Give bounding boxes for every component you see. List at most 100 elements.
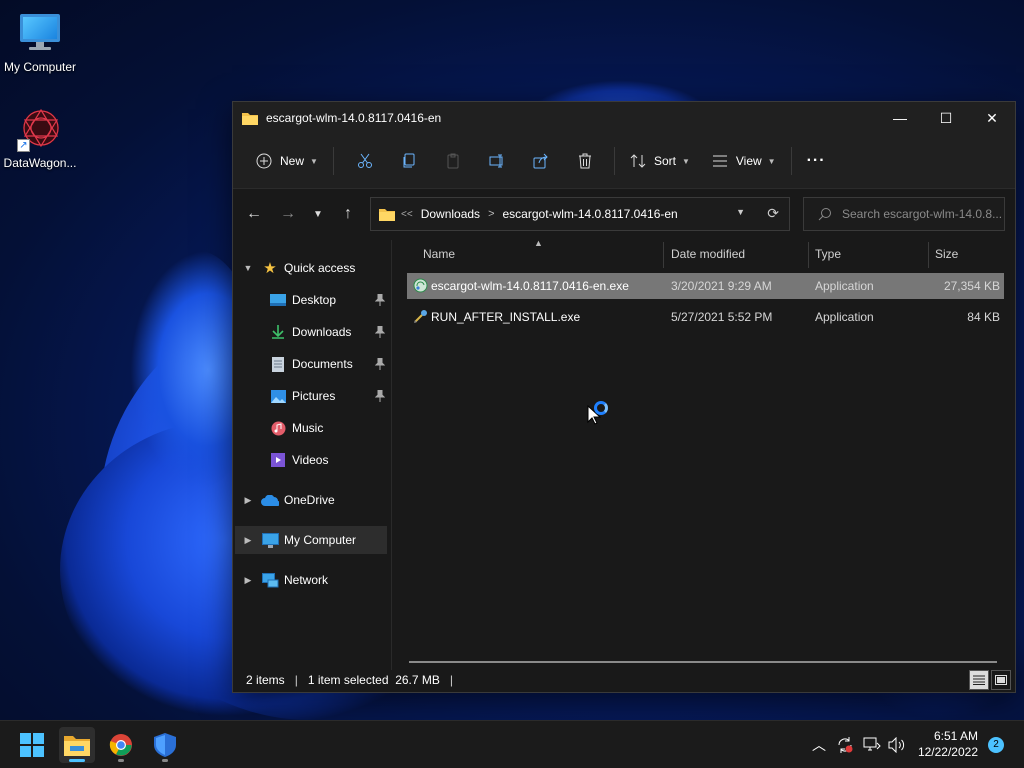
maximize-button[interactable]: ☐ <box>923 102 969 134</box>
paste-button[interactable] <box>438 145 468 177</box>
navigation-bar: ← → ▼ ↑ << Downloads > escargot-wlm-14.0… <box>233 189 1015 239</box>
nav-item-music[interactable]: Music <box>235 414 387 442</box>
breadcrumb-current-folder[interactable]: escargot-wlm-14.0.8117.0416-en <box>503 207 678 221</box>
view-list-icon <box>712 155 727 167</box>
nav-item-downloads[interactable]: Downloads <box>235 318 387 346</box>
nav-item-documents[interactable]: Documents <box>235 350 387 378</box>
nav-item-network[interactable]: ▶ Network <box>235 566 387 594</box>
show-hidden-icons-chevron[interactable]: ︿ <box>812 721 826 768</box>
address-bar[interactable]: << Downloads > escargot-wlm-14.0.8117.04… <box>370 197 790 231</box>
back-arrow-icon[interactable]: ← <box>237 199 271 229</box>
copy-icon <box>403 153 415 168</box>
desktop-icon <box>269 292 287 308</box>
chevron-down-icon: ▼ <box>767 156 776 166</box>
nav-item-quick-access[interactable]: ▼ ★ Quick access <box>235 254 387 282</box>
datawagon-logo-icon: ↗ <box>17 106 63 152</box>
expand-chevron-down-icon[interactable]: ▼ <box>241 263 255 273</box>
cloud-icon <box>261 492 279 508</box>
forward-arrow-icon[interactable]: → <box>271 199 305 229</box>
notification-badge[interactable]: 2 <box>988 737 1004 753</box>
search-box[interactable]: Search escargot-wlm-14.0.8... <box>803 197 1005 231</box>
folder-icon <box>242 112 258 125</box>
chrome-icon <box>109 734 132 756</box>
up-arrow-icon[interactable]: ↑ <box>331 199 365 229</box>
nav-item-label: Music <box>292 421 324 435</box>
column-header-date[interactable]: Date modified <box>671 247 745 261</box>
shield-icon <box>154 733 176 757</box>
breadcrumb-overflow[interactable]: << <box>401 209 413 220</box>
recent-locations-chevron-icon[interactable]: ▼ <box>305 199 331 229</box>
start-button[interactable] <box>14 727 50 763</box>
star-icon: ★ <box>263 260 277 277</box>
pin-icon[interactable] <box>375 358 385 370</box>
pin-icon[interactable] <box>375 294 385 306</box>
rename-button[interactable] <box>482 145 512 177</box>
breadcrumb-downloads[interactable]: Downloads <box>421 207 480 221</box>
minimize-button[interactable]: — <box>877 102 923 134</box>
more-options-button[interactable]: ··· <box>800 145 833 177</box>
pin-icon[interactable] <box>375 390 385 402</box>
volume-icon[interactable] <box>888 721 906 768</box>
new-label: New <box>280 154 305 168</box>
view-button[interactable]: View ▼ <box>705 145 783 177</box>
details-view-button[interactable] <box>969 670 989 690</box>
search-placeholder: Search escargot-wlm-14.0.8... <box>842 207 1002 221</box>
sort-button[interactable]: Sort ▼ <box>623 145 697 177</box>
nav-item-my-computer[interactable]: ▶ My Computer <box>235 526 387 554</box>
sync-status-icon[interactable] <box>836 721 854 768</box>
file-type: Application <box>815 279 874 293</box>
trash-icon <box>578 153 591 169</box>
windows-logo-icon <box>20 733 44 757</box>
title-bar[interactable]: escargot-wlm-14.0.8117.0416-en — ☐ ✕ <box>233 102 1015 134</box>
desktop-icon-my-computer[interactable]: My Computer <box>0 10 80 74</box>
column-header-type[interactable]: Type <box>815 247 841 261</box>
taskbar-file-explorer[interactable] <box>59 727 95 763</box>
refresh-icon[interactable]: ⟳ <box>767 205 779 222</box>
nav-item-desktop[interactable]: Desktop <box>235 286 387 314</box>
delete-button[interactable] <box>570 145 600 177</box>
share-button[interactable] <box>526 145 556 177</box>
picture-icon <box>269 388 287 404</box>
file-date: 3/20/2021 9:29 AM <box>671 279 772 293</box>
taskbar-windows-security[interactable] <box>147 727 183 763</box>
download-arrow-icon <box>269 324 287 340</box>
file-row[interactable]: escargot-wlm-14.0.8117.0416-en.exe 3/20/… <box>407 273 1004 299</box>
nav-item-label: Desktop <box>292 293 337 307</box>
search-icon <box>818 208 831 221</box>
file-type: Application <box>815 310 874 324</box>
pin-icon[interactable] <box>375 326 385 338</box>
new-button[interactable]: New ▼ <box>249 145 325 177</box>
desktop-icon-datawagon[interactable]: ↗ DataWagon... <box>0 106 80 170</box>
exe-application-icon <box>414 310 427 323</box>
column-header-size[interactable]: Size <box>935 247 958 261</box>
music-icon <box>269 420 287 436</box>
file-row[interactable]: RUN_AFTER_INSTALL.exe 5/27/2021 5:52 PM … <box>407 304 1004 330</box>
nav-item-label: Pictures <box>292 389 336 403</box>
taskbar-chrome[interactable] <box>103 727 139 763</box>
status-bar: 2 items | 1 item selected 26.7 MB | <box>233 668 1015 692</box>
window-title: escargot-wlm-14.0.8117.0416-en <box>266 111 442 125</box>
nav-item-onedrive[interactable]: ▶ OneDrive <box>235 486 387 514</box>
file-size: 27,354 KB <box>943 279 1000 293</box>
column-header-name[interactable]: Name <box>423 247 455 261</box>
command-bar: New ▼ Sort ▼ View ▼ ··· <box>233 134 1015 189</box>
pane-splitter[interactable] <box>391 240 392 670</box>
selection-info: 1 item selected 26.7 MB <box>307 673 440 687</box>
clipboard-icon <box>447 153 459 169</box>
network-status-icon[interactable] <box>863 721 881 768</box>
file-date: 5/27/2021 5:52 PM <box>671 310 773 324</box>
folder-icon <box>379 208 395 221</box>
horizontal-scrollbar[interactable] <box>409 661 997 663</box>
close-button[interactable]: ✕ <box>969 102 1015 134</box>
expand-chevron-right-icon[interactable]: ▶ <box>241 495 255 506</box>
expand-chevron-right-icon[interactable]: ▶ <box>241 535 255 546</box>
address-history-chevron-icon[interactable]: ▼ <box>736 207 745 217</box>
nav-item-videos[interactable]: Videos <box>235 446 387 474</box>
cut-button[interactable] <box>350 145 380 177</box>
tiles-view-button[interactable] <box>991 670 1011 690</box>
clock[interactable]: 6:51 AM 12/22/2022 <box>918 728 978 760</box>
file-explorer-icon <box>64 736 90 756</box>
expand-chevron-right-icon[interactable]: ▶ <box>241 575 255 586</box>
nav-item-pictures[interactable]: Pictures <box>235 382 387 410</box>
copy-button[interactable] <box>394 145 424 177</box>
